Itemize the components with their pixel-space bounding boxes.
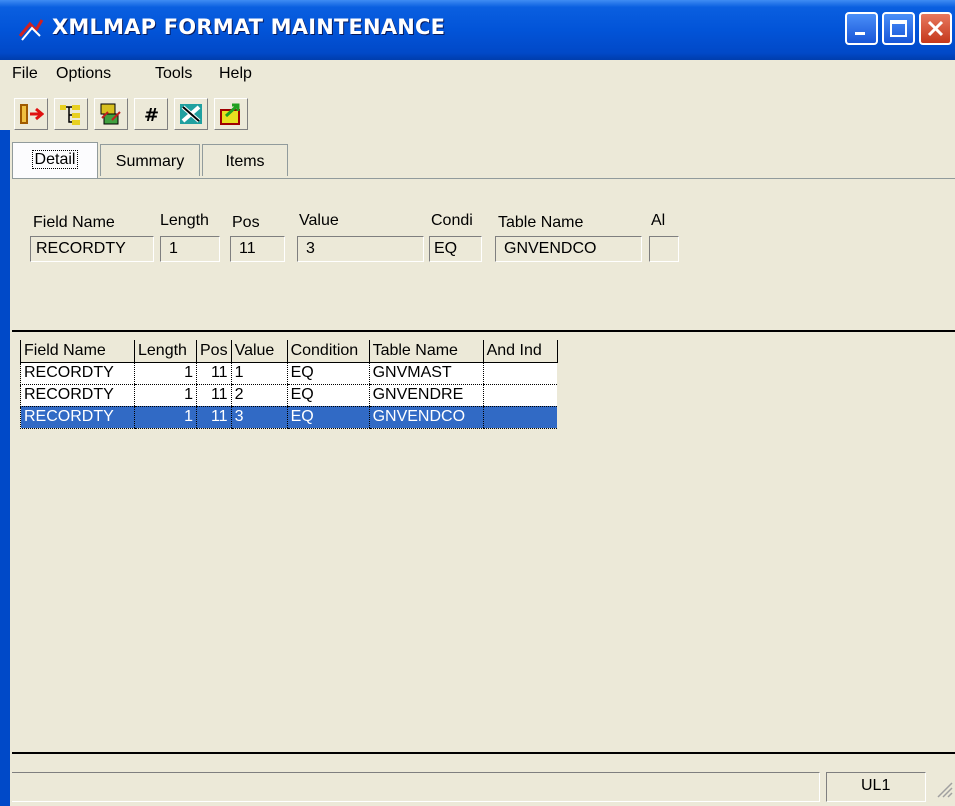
label-value: Value [299,212,339,229]
cell-field-name[interactable]: RECORDTY [20,384,135,407]
status-panel-text: UL1 [861,777,891,794]
pos-input[interactable]: 11 [230,236,285,262]
cell-length[interactable]: 1 [134,362,197,385]
tab-items-label: Items [225,153,265,170]
main-window: XMLMAP FORMAT MAINTENANCE File Options T… [0,0,955,806]
window-title: XMLMAP FORMAT MAINTENANCE [52,15,446,39]
tab-detail[interactable]: Detail [12,142,98,178]
status-panel-ul1: UL1 [826,772,926,802]
table-row-selected[interactable]: RECORDTY 1 11 3 EQ GNVENDCO [20,406,558,429]
tools-button[interactable] [174,98,208,130]
cell-table-name[interactable]: GNVENDRE [368,384,484,407]
cell-condition[interactable]: EQ [286,362,370,385]
menu-bar: File Options Tools Help [0,60,955,90]
menu-file[interactable]: File [12,65,38,83]
cell-pos[interactable]: 11 [196,406,232,429]
format-grid: Field Name Length Pos Value Condition Ta… [20,340,558,429]
close-button[interactable] [919,12,952,45]
title-bar[interactable]: XMLMAP FORMAT MAINTENANCE [0,0,955,60]
and-ind-input[interactable] [649,236,679,262]
cell-value[interactable]: 3 [230,406,288,429]
col-and-ind[interactable]: And Ind [482,340,558,363]
tree-edit-icon [100,103,121,125]
condition-input[interactable]: EQ [429,236,482,262]
status-message-panel [10,772,820,802]
cell-value[interactable]: 2 [230,384,288,407]
label-table-name: Table Name [498,214,584,231]
cell-table-name[interactable]: GNVENDCO [368,406,484,429]
tree-edit-button[interactable] [94,98,128,130]
svg-text:#: # [144,105,159,126]
export-button[interactable] [214,98,248,130]
cell-condition[interactable]: EQ [286,406,370,429]
tab-detail-label: Detail [31,150,79,169]
label-length: Length [160,212,209,229]
table-row[interactable]: RECORDTY 1 11 1 EQ GNVMAST [20,362,558,385]
tab-items[interactable]: Items [202,144,288,176]
cell-pos[interactable]: 11 [196,362,232,385]
cell-and-ind[interactable] [482,406,558,429]
tab-summary-label: Summary [115,153,185,170]
cell-condition[interactable]: EQ [286,384,370,407]
label-condition: Condi [431,212,473,229]
cell-and-ind[interactable] [482,362,558,385]
grid-header: Field Name Length Pos Value Condition Ta… [20,340,558,363]
label-pos: Pos [232,214,260,231]
window-left-border [0,130,10,806]
menu-tools[interactable]: Tools [155,65,192,83]
length-input[interactable]: 1 [160,236,220,262]
col-pos[interactable]: Pos [196,340,232,363]
status-bar: UL1 [10,772,955,802]
cell-length[interactable]: 1 [134,406,197,429]
label-field-name: Field Name [33,214,115,231]
resize-grip-icon[interactable] [935,780,953,803]
table-row[interactable]: RECORDTY 1 11 2 EQ GNVENDRE [20,384,558,407]
toolbar: # [0,92,955,130]
cell-field-name[interactable]: RECORDTY [20,362,135,385]
exit-button[interactable] [14,98,48,130]
cell-field-name[interactable]: RECORDTY [20,406,135,429]
table-name-input[interactable]: GNVENDCO [495,236,642,262]
cell-value[interactable]: 1 [230,362,288,385]
cell-and-ind[interactable] [482,384,558,407]
number-button[interactable]: # [134,98,168,130]
cell-pos[interactable]: 11 [196,384,232,407]
app-icon [18,16,44,42]
maximize-button[interactable] [882,12,915,45]
field-name-input[interactable]: RECORDTY [30,236,154,262]
splitter[interactable] [10,330,955,332]
tree-icon [60,105,80,125]
hash-icon: # [144,105,159,126]
label-and-ind: Al [651,212,666,229]
col-condition[interactable]: Condition [286,340,370,363]
bottom-divider [10,752,955,754]
col-table-name[interactable]: Table Name [368,340,484,363]
export-icon [220,103,240,125]
tools-icon [180,104,202,124]
window-left-border-inner [10,130,12,806]
minimize-button[interactable] [845,12,878,45]
exit-icon [20,104,44,124]
tab-summary[interactable]: Summary [100,144,200,176]
cell-table-name[interactable]: GNVMAST [368,362,484,385]
tree-button[interactable] [54,98,88,130]
col-value[interactable]: Value [230,340,288,363]
col-length[interactable]: Length [134,340,197,363]
col-field-name[interactable]: Field Name [20,340,135,363]
menu-options[interactable]: Options [56,65,111,83]
menu-help[interactable]: Help [219,65,252,83]
cell-length[interactable]: 1 [134,384,197,407]
value-input[interactable]: 3 [297,236,424,262]
